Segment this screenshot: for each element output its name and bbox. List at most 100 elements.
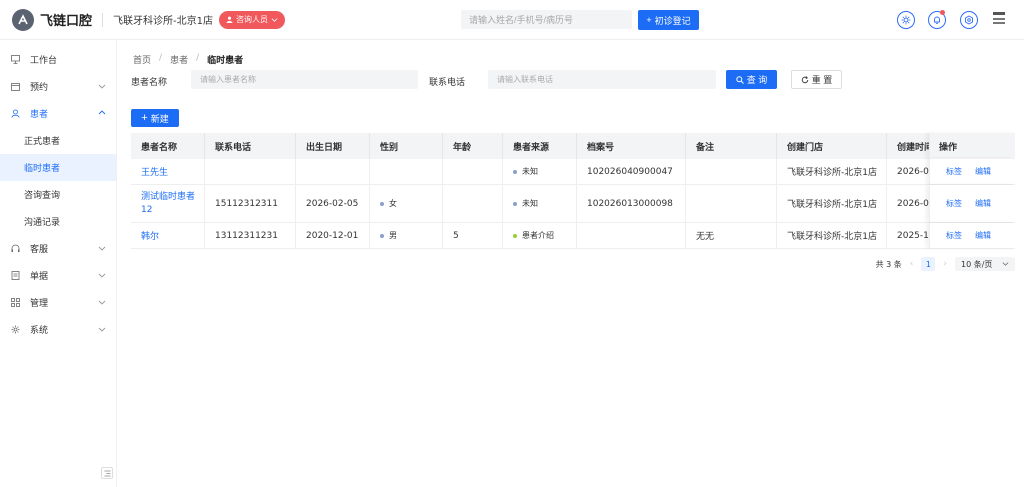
page-size-select[interactable]: 10 条/页 <box>955 257 1015 271</box>
row-actions: 标签 编辑 <box>929 185 1015 222</box>
header-age: 年龄 <box>443 133 503 159</box>
chevron-down-icon <box>271 18 278 22</box>
source-label: 未知 <box>522 199 538 208</box>
header-file-no: 档案号 <box>577 133 686 159</box>
plus-icon: + <box>141 112 148 124</box>
cell-store: 飞联牙科诊所-北京1店 <box>777 159 887 184</box>
sidebar-item-patient[interactable]: 患者 <box>0 100 116 127</box>
query-button[interactable]: 查 询 <box>726 70 777 89</box>
sidebar-item-label: 客服 <box>30 245 49 255</box>
header-source: 患者来源 <box>503 133 577 159</box>
reset-button[interactable]: 重 置 <box>791 70 842 89</box>
sidebar-item-system[interactable]: 系统 <box>0 316 116 343</box>
prev-page-button[interactable]: ‹ <box>910 259 914 269</box>
cell-age <box>443 159 503 184</box>
grid-icon <box>11 298 20 307</box>
chevron-down-icon <box>98 246 106 251</box>
cell-store: 飞联牙科诊所-北京1店 <box>777 223 887 248</box>
header-store: 创建门店 <box>777 133 887 159</box>
sidebar-sub-communication[interactable]: 沟通记录 <box>0 208 116 235</box>
breadcrumb-current: 临时患者 <box>207 56 244 66</box>
header-note: 备注 <box>686 133 777 159</box>
patient-name-link[interactable]: 测试临时患者12 <box>141 191 204 217</box>
role-badge[interactable]: 咨询人员 <box>219 10 285 29</box>
header-gender: 性别 <box>370 133 443 159</box>
sidebar-item-label: 工作台 <box>30 56 58 66</box>
sidebar-sub-temp-patients[interactable]: 临时患者 <box>0 154 116 181</box>
source-dot <box>513 201 517 206</box>
table-row: 测试临时患者12 15112312311 2026-02-05 女 未知 102… <box>131 185 1015 223</box>
new-patient-button[interactable]: + 新建 <box>131 109 179 127</box>
edit-button[interactable]: 编辑 <box>975 198 991 209</box>
row-actions: 标签 编辑 <box>929 223 1015 248</box>
patient-name-link[interactable]: 韩尔 <box>141 229 159 242</box>
settings-icon[interactable] <box>960 11 978 29</box>
cell-birth: 2020-12-01 <box>296 223 370 248</box>
gear-icon <box>11 325 20 334</box>
document-icon <box>11 271 20 280</box>
gender-label: 女 <box>389 199 397 208</box>
phone-input[interactable] <box>488 70 716 89</box>
total-count: 共 3 条 <box>875 259 902 269</box>
row-actions: 标签 编辑 <box>929 159 1015 184</box>
breadcrumb-home[interactable]: 首页 <box>133 53 151 66</box>
collapse-sidebar-icon[interactable] <box>101 467 113 479</box>
user-menu-icon[interactable] <box>992 11 1006 27</box>
sidebar-item-service[interactable]: 客服 <box>0 235 116 262</box>
plus-icon: + <box>646 15 652 25</box>
patient-name-link[interactable]: 王先生 <box>141 165 168 178</box>
patient-name-input[interactable] <box>191 70 418 89</box>
sidebar-item-label: 管理 <box>30 299 49 309</box>
monitor-icon <box>11 55 20 64</box>
source-dot <box>513 169 517 174</box>
tag-button[interactable]: 标签 <box>946 198 962 209</box>
sidebar-item-label: 预约 <box>30 83 49 93</box>
refresh-icon <box>801 75 808 83</box>
sidebar-item-appointment[interactable]: 预约 <box>0 73 116 100</box>
reset-label: 重 置 <box>811 75 833 85</box>
sidebar-sub-consult-query[interactable]: 咨询查询 <box>0 181 116 208</box>
cell-note <box>686 185 777 222</box>
breadcrumb-patient[interactable]: 患者 <box>170 53 188 66</box>
sidebar-item-bills[interactable]: 单据 <box>0 262 116 289</box>
register-button[interactable]: + 初诊登记 <box>638 10 699 30</box>
source-label: 未知 <box>522 167 538 176</box>
cell-phone <box>205 159 296 184</box>
gender-dot <box>380 233 384 238</box>
cell-gender: 女 <box>370 185 443 222</box>
header-name: 患者名称 <box>131 133 205 159</box>
sidebar-sub-formal-patients[interactable]: 正式患者 <box>0 127 116 154</box>
cell-age: 5 <box>443 223 503 248</box>
sidebar-item-label: 系统 <box>30 326 49 336</box>
brightness-icon[interactable] <box>897 11 915 29</box>
table-row: 王先生 未知 102026040900047 飞联牙科诊所-北京1店 2026-… <box>131 159 1015 185</box>
logo-icon <box>12 8 34 31</box>
next-page-button[interactable]: › <box>943 259 947 269</box>
header-phone: 联系电话 <box>205 133 296 159</box>
logo[interactable]: 飞链口腔 <box>12 8 92 31</box>
gender-label: 男 <box>389 231 397 240</box>
cell-source: 未知 <box>503 185 577 222</box>
cell-store: 飞联牙科诊所-北京1店 <box>777 185 887 222</box>
table-header: 患者名称 联系电话 出生日期 性别 年龄 患者来源 档案号 备注 创建门店 创建… <box>131 133 1015 159</box>
tag-button[interactable]: 标签 <box>946 230 962 241</box>
divider <box>102 12 104 27</box>
sidebar-item-workbench[interactable]: 工作台 <box>0 46 116 73</box>
global-search-input[interactable] <box>461 10 632 29</box>
breadcrumb: 首页 / 患者 / 临时患者 <box>133 53 243 66</box>
edit-button[interactable]: 编辑 <box>975 166 991 177</box>
bell-icon[interactable] <box>928 10 946 29</box>
page-1-button[interactable]: 1 <box>921 257 936 271</box>
page-size-label: 10 条/页 <box>961 259 993 269</box>
source-dot <box>513 233 517 238</box>
cell-note <box>686 159 777 184</box>
edit-button[interactable]: 编辑 <box>975 230 991 241</box>
user-icon <box>226 16 233 23</box>
cell-source: 患者介绍 <box>503 223 577 248</box>
source-label: 患者介绍 <box>522 231 554 240</box>
search-icon <box>736 75 744 84</box>
tag-button[interactable]: 标签 <box>946 166 962 177</box>
notification-dot <box>940 10 945 15</box>
sidebar-item-manage[interactable]: 管理 <box>0 289 116 316</box>
cell-phone: 15112312311 <box>205 185 296 222</box>
